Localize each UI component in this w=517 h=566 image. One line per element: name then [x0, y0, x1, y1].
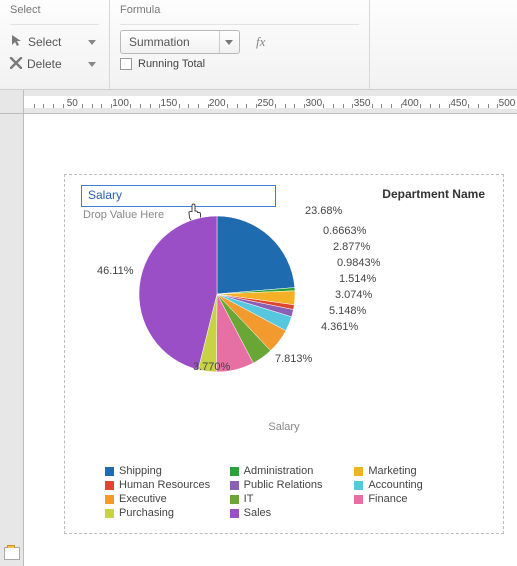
legend-item[interactable]: Public Relations: [230, 479, 351, 491]
swatch-icon: [230, 481, 239, 490]
section-icon[interactable]: [4, 547, 20, 560]
ruler-tick-label: 300: [304, 98, 323, 109]
ruler-tick-label: 350: [353, 98, 372, 109]
fx-button[interactable]: fx: [256, 34, 265, 50]
design-surface[interactable]: Salary Drop Value Here Department Name S…: [24, 114, 517, 566]
select-group: Select Select Delete: [0, 0, 110, 89]
legend-item[interactable]: IT: [230, 493, 351, 505]
select-button[interactable]: Select: [10, 34, 99, 50]
select-label: Select: [28, 35, 61, 49]
label-admin: 0.6663%: [323, 225, 366, 237]
label-finance: 7.813%: [275, 353, 312, 365]
legend-label: Executive: [119, 493, 167, 505]
legend-item[interactable]: Human Resources: [105, 479, 226, 491]
legend-label: Sales: [244, 507, 272, 519]
legend-item[interactable]: Accounting: [354, 479, 475, 491]
ruler-tick-label: 450: [449, 98, 468, 109]
swatch-icon: [230, 509, 239, 518]
legend-label: Marketing: [368, 465, 416, 477]
ruler-tick-label: 50: [66, 98, 79, 109]
delete-label: Delete: [27, 57, 62, 71]
ribbon: Select Select Delete: [0, 0, 517, 90]
legend-item[interactable]: Sales: [230, 507, 351, 519]
axis-title: Salary: [268, 421, 299, 433]
swatch-icon: [105, 509, 114, 518]
label-shipping: 23.68%: [305, 205, 342, 217]
pie-slice[interactable]: [217, 216, 295, 294]
select-group-title: Select: [10, 4, 99, 25]
legend-item[interactable]: Purchasing: [105, 507, 226, 519]
legend-label: Public Relations: [244, 479, 323, 491]
column-title: Department Name: [382, 187, 485, 201]
legend-label: Shipping: [119, 465, 162, 477]
label-executive: 5.148%: [329, 305, 366, 317]
formula-combo[interactable]: Summation: [120, 30, 240, 54]
legend: Shipping Administration Marketing Human …: [105, 465, 475, 519]
select-dropdown[interactable]: [85, 35, 99, 49]
label-accounting: 3.074%: [335, 289, 372, 301]
vertical-gutter: [0, 114, 24, 566]
delete-dropdown[interactable]: [85, 57, 99, 71]
swatch-icon: [105, 481, 114, 490]
pie-chart[interactable]: [137, 214, 297, 374]
canvas: Salary Drop Value Here Department Name S…: [0, 114, 517, 566]
swatch-icon: [354, 467, 363, 476]
value-field-text: Salary: [88, 188, 122, 202]
running-total-checkbox[interactable]: [120, 58, 132, 70]
ruler-tick-label: 150: [160, 98, 179, 109]
legend-item[interactable]: Executive: [105, 493, 226, 505]
swatch-icon: [105, 467, 114, 476]
legend-label: Administration: [244, 465, 314, 477]
ruler-tick-label: 100: [111, 98, 130, 109]
chart-frame[interactable]: Salary Drop Value Here Department Name S…: [64, 174, 504, 534]
ruler-strip[interactable]: 50 100 150 200 250 300 350 400 450 500: [24, 96, 517, 108]
delete-icon: [10, 57, 22, 72]
legend-label: Accounting: [368, 479, 422, 491]
legend-item[interactable]: Finance: [354, 493, 475, 505]
legend-label: Finance: [368, 493, 407, 505]
formula-dropdown-icon[interactable]: [219, 31, 237, 53]
swatch-icon: [354, 495, 363, 504]
ruler-tick-label: 250: [256, 98, 275, 109]
ruler: 50 100 150 200 250 300 350 400 450 500: [0, 90, 517, 114]
delete-button[interactable]: Delete: [10, 57, 99, 72]
ruler-tick-label: 500: [498, 98, 517, 109]
legend-item[interactable]: Shipping: [105, 465, 226, 477]
formula-value: Summation: [129, 35, 190, 49]
legend-item[interactable]: Marketing: [354, 465, 475, 477]
legend-label: Purchasing: [119, 507, 174, 519]
label-hr: 0.9843%: [337, 257, 380, 269]
legend-item[interactable]: Administration: [230, 465, 351, 477]
swatch-icon: [105, 495, 114, 504]
legend-label: IT: [244, 493, 254, 505]
label-it: 4.361%: [321, 321, 358, 333]
swatch-icon: [230, 495, 239, 504]
running-total-label: Running Total: [138, 58, 205, 70]
cursor-icon: [10, 34, 23, 50]
formula-group: Formula Summation fx Running Total: [110, 0, 370, 89]
swatch-icon: [354, 481, 363, 490]
label-pr: 1.514%: [339, 273, 376, 285]
legend-label: Human Resources: [119, 479, 210, 491]
label-purchasing: 3.770%: [193, 361, 230, 373]
label-sales: 46.11%: [97, 265, 134, 277]
label-marketing: 2.877%: [333, 241, 370, 253]
value-field-slot[interactable]: Salary: [81, 185, 276, 207]
ruler-tick-label: 200: [208, 98, 227, 109]
swatch-icon: [230, 467, 239, 476]
ruler-corner: [0, 90, 24, 113]
formula-group-title: Formula: [120, 4, 359, 25]
ruler-tick-label: 400: [401, 98, 420, 109]
